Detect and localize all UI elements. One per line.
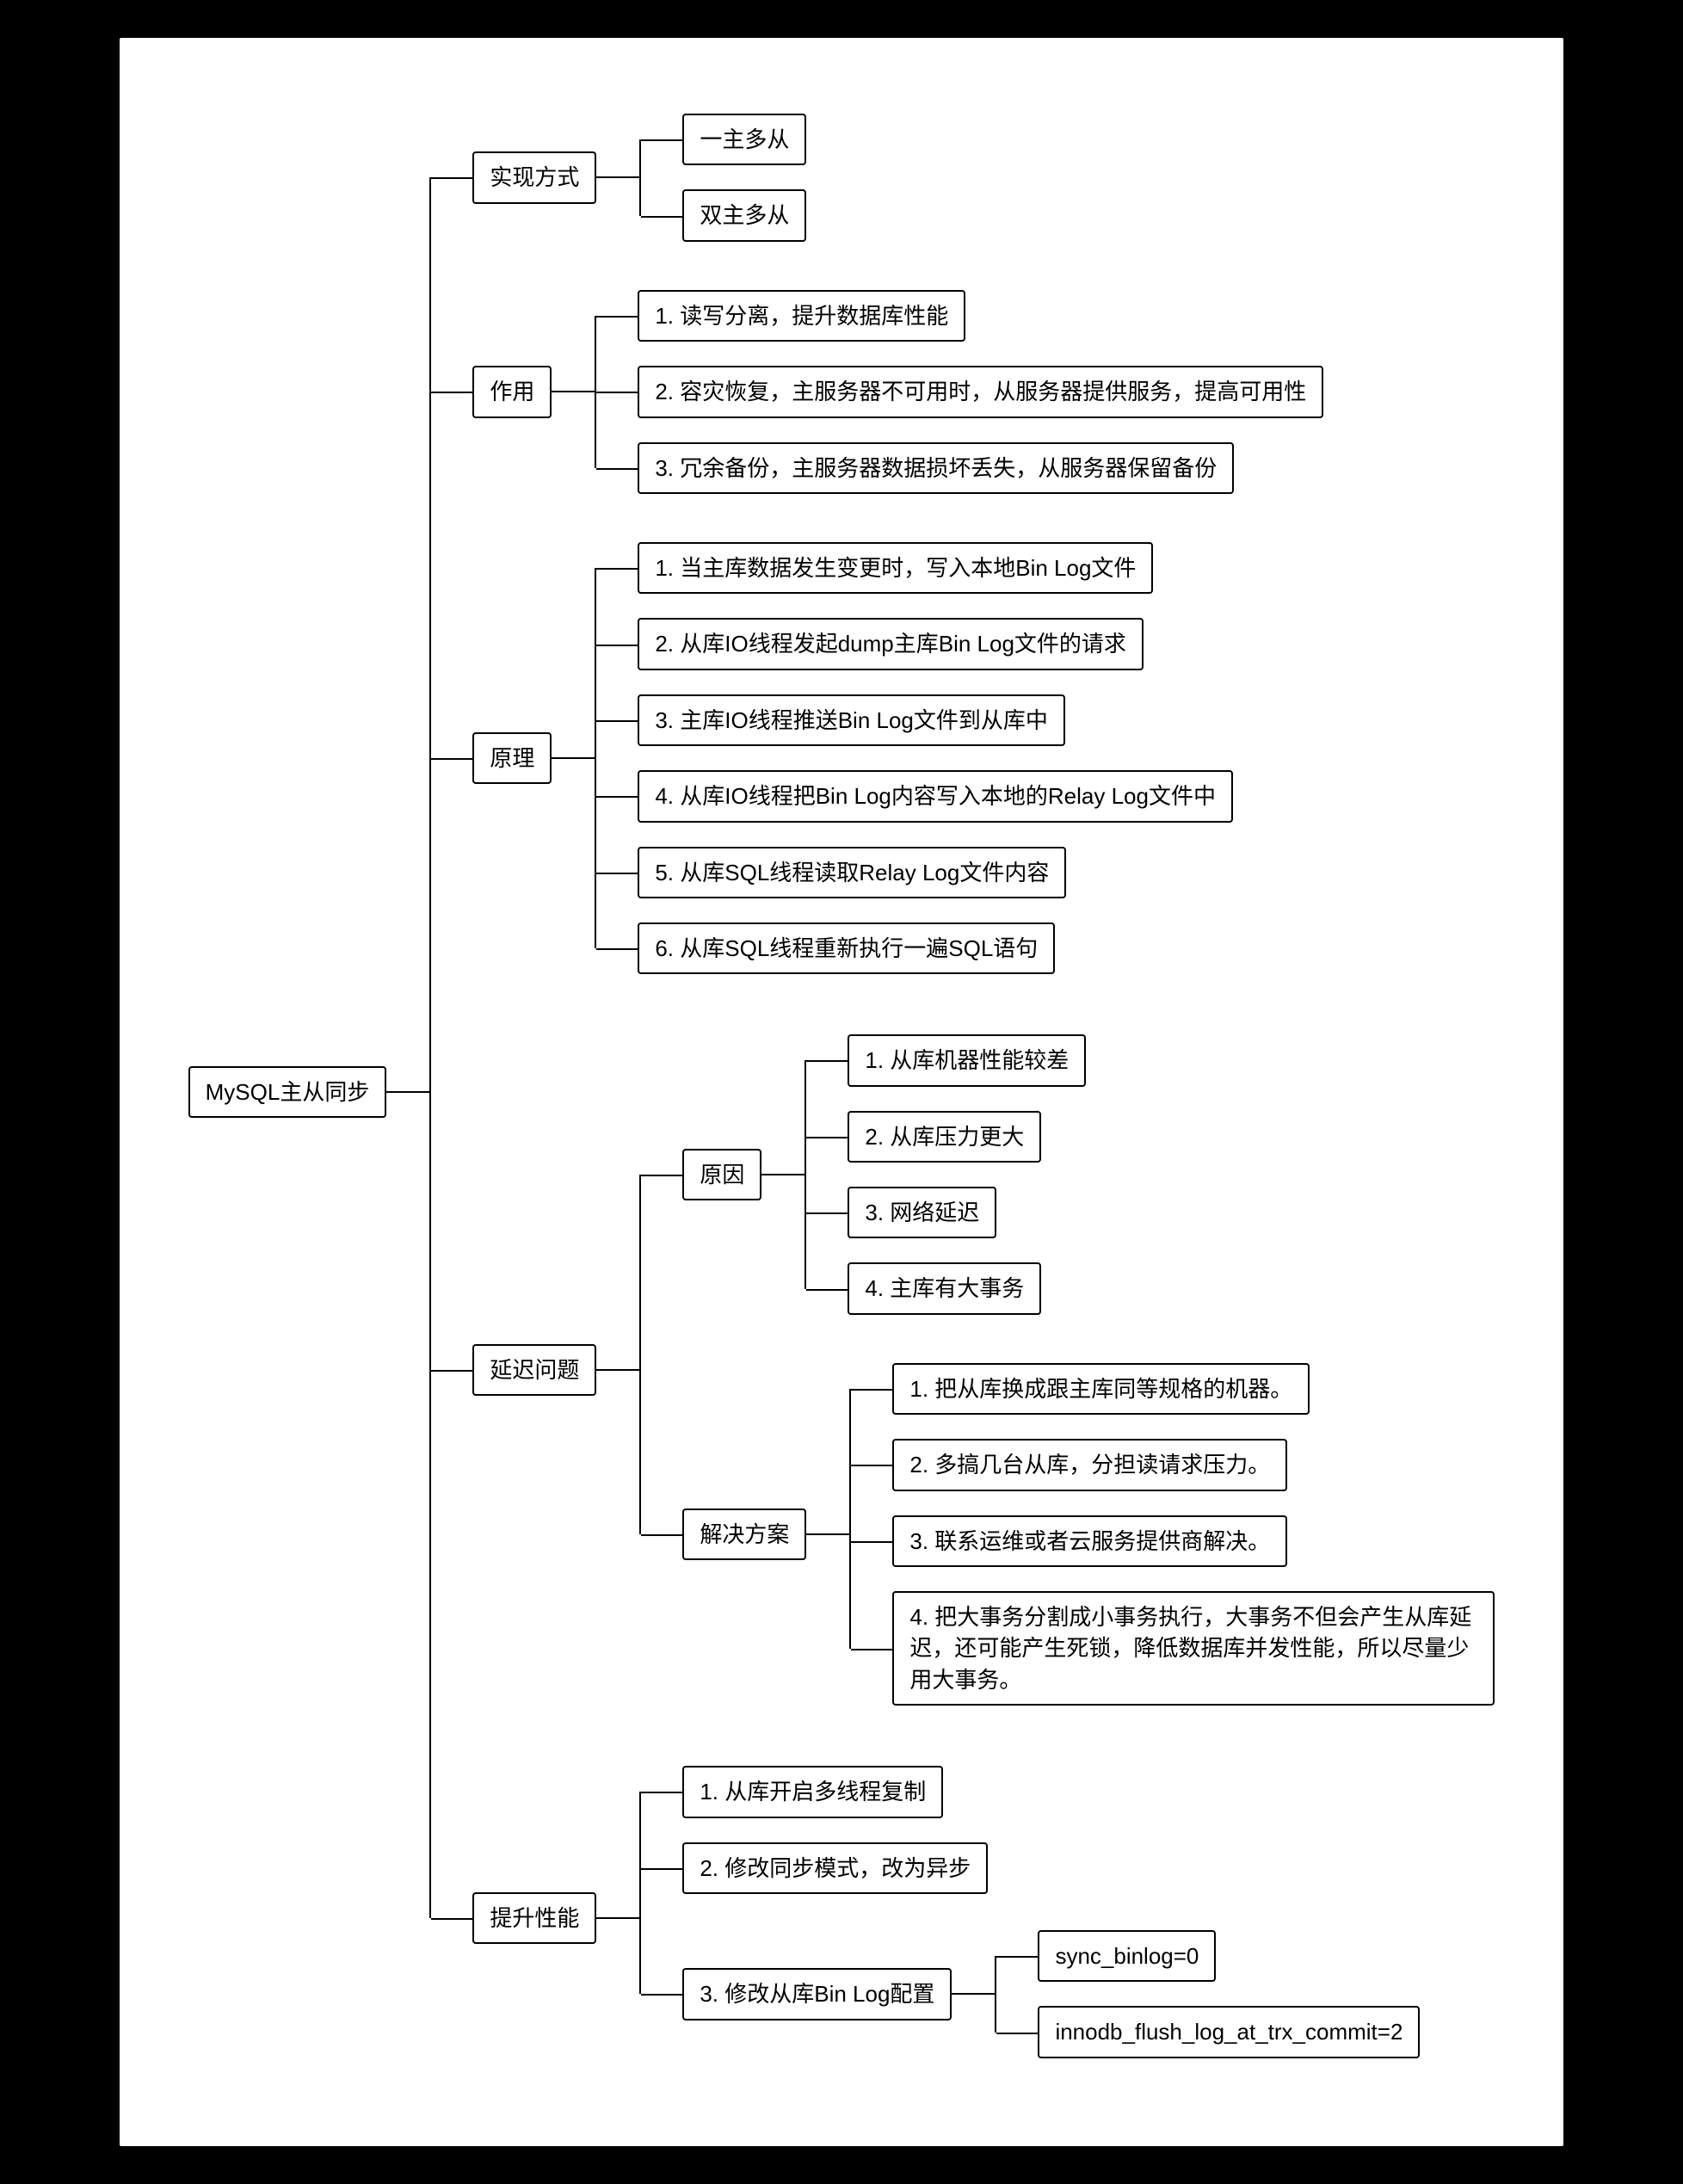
solution-item-0: 1. 把从库换成跟主库同等规格的机器。	[892, 1363, 1310, 1415]
cause-item-3: 4. 主库有大事务	[848, 1262, 1041, 1314]
solution-item-3: 4. 把大事务分割成小事务执行，大事务不但会产生从库延迟，还可能产生死锁，降低数…	[892, 1591, 1495, 1706]
node-principle: 原理	[472, 732, 552, 784]
cause-item-2: 3. 网络延迟	[848, 1187, 996, 1238]
mindmap: MySQL主从同步 实现方式 一主多从 双主多从	[188, 89, 1495, 2095]
node-delay: 延迟问题	[472, 1344, 596, 1396]
purpose-item-1: 2. 容灾恢复，主服务器不可用时，从服务器提供服务，提高可用性	[638, 366, 1323, 417]
principle-item-5: 6. 从库SQL线程重新执行一遍SQL语句	[638, 922, 1055, 974]
delay-solution-children: 1. 把从库换成跟主库同等规格的机器。 2. 多搞几台从库，分担读请求压力。 3…	[849, 1351, 1495, 1718]
purpose-children: 1. 读写分离，提升数据库性能 2. 容灾恢复，主服务器不可用时，从服务器提供服…	[595, 278, 1323, 506]
principle-item-1: 2. 从库IO线程发起dump主库Bin Log文件的请求	[638, 618, 1144, 669]
solution-item-1: 2. 多搞几台从库，分担读请求压力。	[892, 1439, 1287, 1490]
impl-item-1: 双主多从	[682, 189, 806, 241]
node-delay-cause: 原因	[682, 1149, 761, 1200]
node-purpose: 作用	[472, 366, 552, 417]
diagram-canvas: MySQL主从同步 实现方式 一主多从 双主多从	[116, 34, 1568, 2150]
node-delay-solution: 解决方案	[682, 1508, 806, 1560]
root-children: 实现方式 一主多从 双主多从 作用 1. 读	[429, 89, 1495, 2095]
perf-item-1: 2. 修改同步模式，改为异步	[682, 1842, 988, 1894]
cause-item-1: 2. 从库压力更大	[848, 1111, 1041, 1163]
delay-cause-children: 1. 从库机器性能较差 2. 从库压力更大 3. 网络延迟 4. 主库有大事务	[805, 1022, 1086, 1327]
node-perf-binlog: 3. 修改从库Bin Log配置	[682, 1968, 952, 2020]
delay-children: 原因 1. 从库机器性能较差 2. 从库压力更大 3. 网络延迟 4. 主库有大…	[639, 1010, 1495, 1730]
implementation-children: 一主多从 双主多从	[639, 102, 806, 254]
node-performance: 提升性能	[472, 1892, 596, 1944]
principle-item-2: 3. 主库IO线程推送Bin Log文件到从库中	[638, 694, 1065, 746]
binlog-item-0: sync_binlog=0	[1038, 1930, 1216, 1982]
perf-binlog-children: sync_binlog=0 innodb_flush_log_at_trx_co…	[995, 1918, 1420, 2070]
perf-item-0: 1. 从库开启多线程复制	[682, 1766, 943, 1817]
purpose-item-2: 3. 冗余备份，主服务器数据损坏丢失，从服务器保留备份	[638, 442, 1234, 494]
binlog-item-1: innodb_flush_log_at_trx_commit=2	[1038, 2006, 1420, 2058]
principle-item-0: 1. 当主库数据发生变更时，写入本地Bin Log文件	[638, 542, 1153, 594]
performance-children: 1. 从库开启多线程复制 2. 修改同步模式，改为异步 3. 修改从库Bin L…	[639, 1754, 1420, 2082]
purpose-item-0: 1. 读写分离，提升数据库性能	[638, 290, 965, 342]
impl-item-0: 一主多从	[682, 114, 806, 165]
principle-item-4: 5. 从库SQL线程读取Relay Log文件内容	[638, 847, 1066, 898]
principle-children: 1. 当主库数据发生变更时，写入本地Bin Log文件 2. 从库IO线程发起d…	[595, 530, 1233, 986]
principle-item-3: 4. 从库IO线程把Bin Log内容写入本地的Relay Log文件中	[638, 770, 1233, 822]
root-node: MySQL主从同步	[188, 1066, 387, 1118]
solution-item-2: 3. 联系运维或者云服务提供商解决。	[892, 1515, 1287, 1567]
cause-item-0: 1. 从库机器性能较差	[848, 1034, 1086, 1086]
node-implementation: 实现方式	[472, 151, 596, 203]
